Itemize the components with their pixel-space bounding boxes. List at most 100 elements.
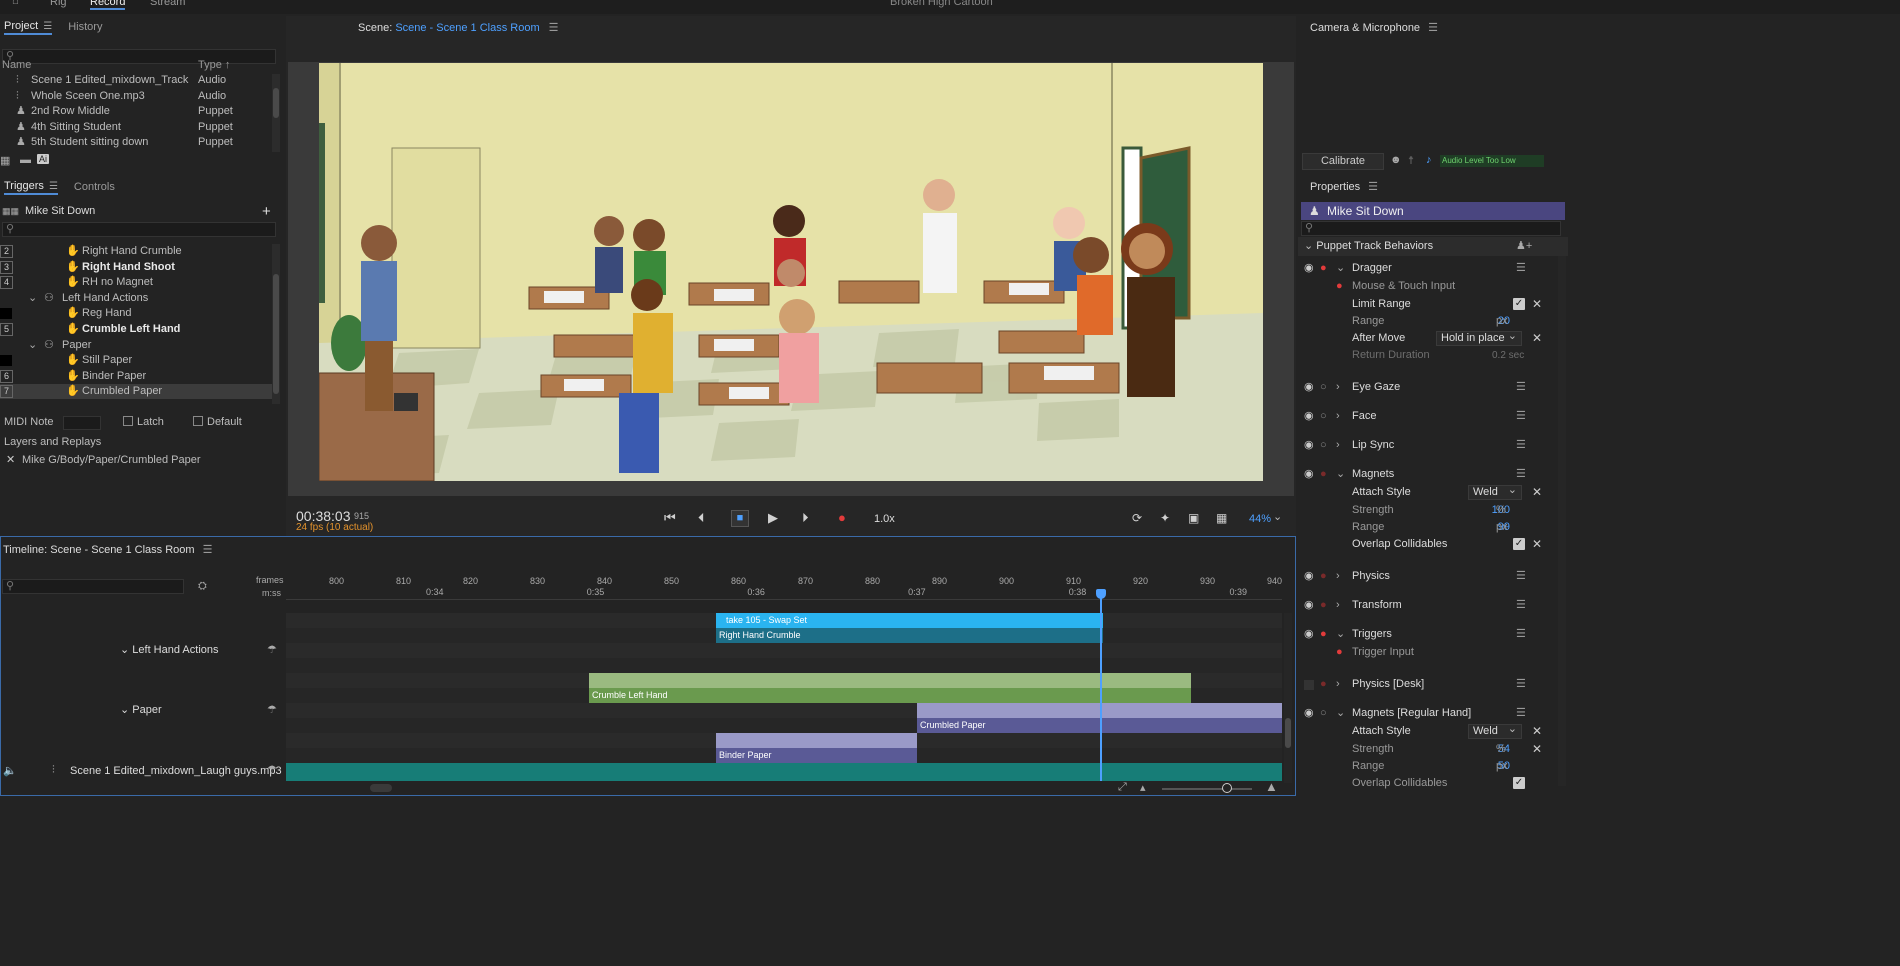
- menu-icon[interactable]: ☰: [1516, 407, 1526, 426]
- midi-note-input[interactable]: [63, 416, 101, 430]
- record-toggle-icon[interactable]: ●: [1320, 567, 1327, 586]
- chevron-down-icon[interactable]: ⌄: [28, 338, 37, 353]
- clip-binder-paper[interactable]: Binder Paper: [716, 748, 917, 763]
- chevron-right-icon[interactable]: ›: [1336, 407, 1340, 426]
- physics-icon[interactable]: ✦: [1160, 508, 1170, 528]
- chevron-right-icon[interactable]: ›: [1336, 378, 1340, 397]
- chevron-right-icon[interactable]: ›: [1336, 596, 1340, 615]
- close-icon[interactable]: ✕: [1532, 483, 1542, 502]
- track-label-paper[interactable]: ⌄ Paper: [120, 703, 162, 716]
- timeline-zoom-slider[interactable]: [1162, 788, 1252, 790]
- record-toggle-icon[interactable]: ○: [1320, 378, 1327, 397]
- behavior-magnets[interactable]: ◉ ● ⌄ Magnets ☰: [1298, 465, 1568, 484]
- eye-icon[interactable]: ◉: [1304, 596, 1314, 615]
- record-toggle-icon[interactable]: ●: [1320, 625, 1327, 644]
- dropdown[interactable]: Hold in place: [1436, 330, 1522, 346]
- eye-icon[interactable]: ◉: [1304, 378, 1314, 397]
- menu-icon[interactable]: ☰: [1516, 675, 1526, 694]
- trigger-item[interactable]: 2 ✋ Right Hand Crumble: [0, 244, 284, 259]
- overlap-collidables-2[interactable]: Overlap Collidables ✓: [1298, 774, 1568, 793]
- menu-item-stream[interactable]: Stream: [150, 0, 185, 8]
- record-toggle-icon[interactable]: ●: [1320, 675, 1327, 694]
- trigger-scrollbar[interactable]: [272, 244, 280, 404]
- behavior-physics-desk[interactable]: ● › Physics [Desk] ☰: [1298, 675, 1568, 694]
- menu-icon[interactable]: ☰: [49, 181, 58, 192]
- menu-icon[interactable]: ☰: [1516, 567, 1526, 586]
- behaviors-section[interactable]: ⌄ Puppet Track Behaviors ♟+: [1298, 237, 1568, 256]
- chevron-down-icon[interactable]: ⌄: [1336, 259, 1345, 278]
- record-toggle-icon[interactable]: ○: [1320, 436, 1327, 455]
- menu-icon[interactable]: ☰: [43, 21, 52, 32]
- step-forward-button[interactable]: ⏵: [802, 508, 809, 528]
- audio-track-clip[interactable]: [286, 763, 1282, 781]
- overlap-collidables[interactable]: Overlap Collidables ✓ ✕: [1298, 535, 1568, 554]
- ai-import-icon[interactable]: Ai: [37, 154, 50, 164]
- folder-icon[interactable]: ▬: [20, 154, 31, 166]
- step-back-button[interactable]: ⏴: [698, 508, 705, 528]
- handles-icon[interactable]: ▣: [1188, 508, 1199, 528]
- behavior-face[interactable]: ◉ ○ › Face ☰: [1298, 407, 1568, 426]
- project-item[interactable]: ♟ 2nd Row Middle Puppet: [0, 104, 284, 119]
- timeline-options-icon[interactable]: ⛭: [198, 580, 207, 593]
- record-toggle-icon[interactable]: ●: [1336, 277, 1343, 296]
- project-item[interactable]: ⫶ Whole Sceen One.mp3 Audio: [0, 89, 284, 104]
- close-icon[interactable]: ✕: [1532, 535, 1542, 554]
- checkbox-checked[interactable]: ✓: [1513, 298, 1525, 310]
- grid-icon[interactable]: ▦: [0, 154, 10, 167]
- trigger-item[interactable]: 6 ✋ Binder Paper: [0, 369, 284, 384]
- chevron-down-icon[interactable]: ⌄: [1336, 704, 1345, 723]
- checkbox-checked[interactable]: ✓: [1513, 777, 1525, 789]
- track-lock-icon[interactable]: ☂: [267, 703, 277, 716]
- tab-triggers[interactable]: Triggers ☰: [4, 180, 58, 195]
- track-label-left-hand-actions[interactable]: ⌄ Left Hand Actions: [120, 643, 219, 656]
- mouse-touch-input[interactable]: ● Mouse & Touch Input: [1298, 277, 1568, 296]
- eye-icon[interactable]: ◉: [1304, 436, 1314, 455]
- behavior-eye-gaze[interactable]: ◉ ○ › Eye Gaze ☰: [1298, 378, 1568, 397]
- record-toggle-icon[interactable]: ●: [1320, 596, 1327, 615]
- behavior-dragger[interactable]: ◉ ● ⌄ Dragger ☰: [1298, 259, 1568, 278]
- menu-item-rig[interactable]: Rig: [50, 0, 67, 8]
- project-item[interactable]: ♟ 5th Student sitting down Puppet: [0, 135, 284, 150]
- zoom-in-icon[interactable]: ▲: [1265, 779, 1278, 794]
- behavior-transform[interactable]: ◉ ● › Transform ☰: [1298, 596, 1568, 615]
- home-icon[interactable]: ⌂: [12, 0, 19, 7]
- trigger-item[interactable]: 5 ✋ Crumble Left Hand: [0, 322, 284, 337]
- chevron-right-icon[interactable]: ›: [1336, 567, 1340, 586]
- menu-icon[interactable]: ☰: [1516, 259, 1526, 278]
- fit-icon[interactable]: ⤢: [1118, 781, 1127, 794]
- microphone-icon[interactable]: ♪: [1426, 154, 1432, 166]
- playhead-handle[interactable]: [1096, 589, 1106, 599]
- trigger-item[interactable]: 3 ✋ Right Hand Shoot: [0, 260, 284, 275]
- behavior-physics[interactable]: ◉ ● › Physics ☰: [1298, 567, 1568, 586]
- trigger-item[interactable]: ✋ Still Paper: [0, 353, 284, 368]
- attach-style-2[interactable]: Attach Style Weld ✕: [1298, 722, 1568, 741]
- stop-button[interactable]: ■: [731, 510, 749, 527]
- timeline-h-scrollbar[interactable]: [370, 784, 392, 792]
- checkbox-checked[interactable]: ✓: [1513, 538, 1525, 550]
- menu-icon[interactable]: ☰: [549, 22, 559, 34]
- dropdown[interactable]: Weld: [1468, 484, 1522, 500]
- visibility-toggle[interactable]: [1304, 680, 1314, 690]
- menu-item-record[interactable]: Record: [90, 0, 126, 10]
- trigger-input[interactable]: ● Trigger Input: [1298, 643, 1568, 662]
- attach-style[interactable]: Attach Style Weld ✕: [1298, 483, 1568, 502]
- chevron-down-icon[interactable]: ⌄: [1336, 625, 1345, 644]
- chevron-down-icon[interactable]: ⌄: [28, 291, 37, 306]
- track-label-audio[interactable]: Scene 1 Edited_mixdown_Laugh guys.mp3: [70, 765, 282, 777]
- time-ruler[interactable]: 800 810 820 830 840 850 860 870 880 890 900 910 920 9…: [286, 573, 1282, 601]
- behavior-lip-sync[interactable]: ◉ ○ › Lip Sync ☰: [1298, 436, 1568, 455]
- mesh-icon[interactable]: ▦: [1216, 508, 1227, 528]
- record-toggle-icon[interactable]: ●: [1336, 643, 1343, 662]
- body-tracking-icon[interactable]: ☨: [1408, 154, 1414, 167]
- record-toggle-icon[interactable]: ○: [1320, 704, 1327, 723]
- playback-speed[interactable]: 1.0x: [874, 513, 895, 525]
- project-scrollbar[interactable]: [272, 74, 280, 152]
- play-button[interactable]: ▶: [768, 508, 778, 528]
- eye-icon[interactable]: ◉: [1304, 625, 1314, 644]
- tab-project[interactable]: Project ☰: [4, 20, 53, 35]
- chevron-right-icon[interactable]: ›: [1336, 675, 1340, 694]
- latch-checkbox[interactable]: Latch: [123, 413, 164, 432]
- go-to-start-button[interactable]: ⏮: [664, 508, 676, 528]
- close-icon[interactable]: ✕: [1532, 722, 1542, 741]
- col-name[interactable]: Name: [2, 57, 31, 73]
